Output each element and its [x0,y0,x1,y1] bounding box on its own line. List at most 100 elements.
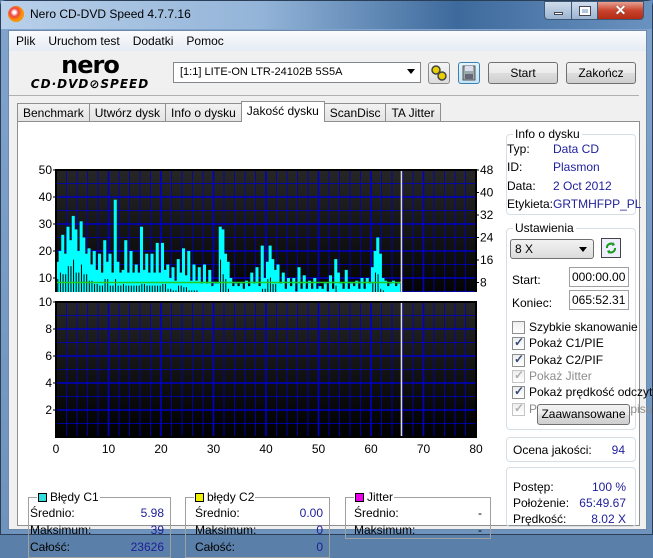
quality-group: Ocena jakości: 94 [506,437,636,462]
disc-label-label: Etykieta: [507,197,554,211]
tab-scandisc[interactable]: ScanDisc [323,103,387,122]
disc-info-title: Info o dysku [513,127,582,141]
y-tick-label: 10 [39,271,53,285]
c1-bar-gap [122,283,124,292]
disc-type-value: Data CD [553,142,600,156]
app-icon [8,6,24,22]
c1-total-label: Całość: [30,540,71,554]
position-value: 65:49.67 [579,496,626,510]
c1-bar-gap [372,282,374,292]
c1-stats-group: Błędy C1 Średnio: 5.98 Maksimum: 39 Cało… [28,490,171,558]
c2-chart: 0 10 20 30 40 50 60 70 80 2 4 6 8 10 [39,295,483,456]
c1-bar [297,267,301,292]
c1-bar-gap [96,283,98,292]
c2-stats-title: błędy C2 [194,490,256,504]
y-tick-label: 20 [39,244,53,258]
show-c2-pif-checkbox[interactable] [512,352,525,367]
save-button[interactable] [458,62,480,84]
close-icon: ✕ [614,2,627,18]
c1-stats-title: Błędy C1 [37,490,100,504]
c1-bar [192,264,196,292]
c1-bar [113,199,117,292]
minimize-icon [553,12,563,15]
show-write-speed-checkbox [512,401,525,416]
tab-ta-jitter[interactable]: TA Jitter [385,103,441,122]
x-tick-label: 20 [154,442,168,456]
disc-id-value: Plasmon [553,160,600,174]
menu-plik[interactable]: Plik [10,34,41,48]
y2-tick-label: 8 [480,276,487,290]
c2-total-value: 0 [316,540,323,554]
show-jitter-label: Pokaż Jitter [529,368,592,383]
tab-disc-info[interactable]: Info o dysku [165,103,242,122]
c1-bar-gap [67,266,69,292]
exit-button[interactable]: Zakończ [566,62,636,84]
drive-settings-icon [431,65,447,81]
toolbar-divider [9,95,639,96]
start-button[interactable]: Start [488,62,558,84]
disc-quality-panel: 01020304050607080102030405081624324048 0… [17,121,652,558]
menu-pomoc[interactable]: Pomoc [180,34,229,48]
start-input[interactable]: 000:00.00 [569,267,629,287]
c1-bar [368,283,372,292]
jitter-avg-label: Średnio: [354,506,399,520]
c1-bar [329,275,333,292]
c1-bar-gap [272,283,274,292]
maximize-icon [578,5,591,16]
y-tick-label: 8 [45,322,52,336]
c2-color-swatch [195,492,204,502]
c2-total-label: Całość: [195,540,236,554]
show-c1-pie-checkbox[interactable] [512,335,525,351]
c1-bar [213,283,217,292]
minimize-button[interactable] [544,1,572,20]
c1-bar-gap [70,266,72,292]
refresh-button[interactable] [601,238,621,258]
advanced-button[interactable]: Zaawansowane [537,404,630,425]
c1-bar [276,264,280,292]
save-icon [462,65,476,81]
drive-settings-button[interactable] [428,62,450,84]
quality-score-value: 94 [611,443,625,457]
disc-date-value: 2 Oct 2012 [553,179,612,193]
speed-select[interactable]: 8 X [510,239,594,259]
c1-bar-gap [143,283,145,292]
client-area: Plik Uruchom test Dodatki Pomoc nero CD·… [8,30,652,558]
fast-scan-label: Szybkie skanowanie [529,320,638,334]
tab-disc-quality[interactable]: Jakość dysku [240,101,325,122]
jitter-avg-value: - [478,506,482,520]
x-tick-label: 70 [417,442,431,456]
chevron-down-icon [579,247,587,252]
menu-dodatki[interactable]: Dodatki [127,34,180,48]
show-read-speed-checkbox[interactable] [512,384,525,400]
tab-create-disc[interactable]: Utwórz dysk [88,103,167,122]
fast-scan-checkbox[interactable] [512,321,525,334]
close-button[interactable]: ✕ [597,1,644,20]
x-tick-label: 10 [102,442,116,456]
c2-avg-value: 0.00 [299,506,323,520]
c2-title-text: błędy C2 [207,490,255,504]
show-read-speed-label: Pokaż prędkość odczyt [529,385,653,400]
c1-bar [323,283,327,292]
tab-benchmark[interactable]: Benchmark [17,103,90,122]
c1-bar [397,283,401,292]
c1-bar [350,283,354,292]
c1-bar-gap [73,259,75,292]
x-tick-label: 0 [53,442,60,456]
jitter-stats-group: Jitter Średnio: - Maksimum: - [345,490,491,539]
y-tick-label: 40 [39,190,53,204]
c1-bar [287,278,291,292]
menu-bar: Plik Uruchom test Dodatki Pomoc [9,31,646,51]
end-input[interactable]: 065:52.31 [569,290,629,310]
c1-bar [302,275,306,292]
disc-type-label: Typ: [507,142,530,156]
c1-bar [182,248,186,292]
maximize-button[interactable] [571,1,598,20]
drive-select[interactable]: [1:1] LITE-ON LTR-24102B 5S5A [173,62,421,83]
nero-logo: nero CD·DVD⊘SPEED [15,53,165,93]
menu-uruchom-test[interactable]: Uruchom test [42,34,125,48]
c1-bar-gap [80,264,82,292]
c1-bar [234,283,238,292]
c1-bar-gap [269,277,271,292]
y2-tick-label: 48 [480,163,494,177]
c1-title-text: Błędy C1 [50,490,99,504]
